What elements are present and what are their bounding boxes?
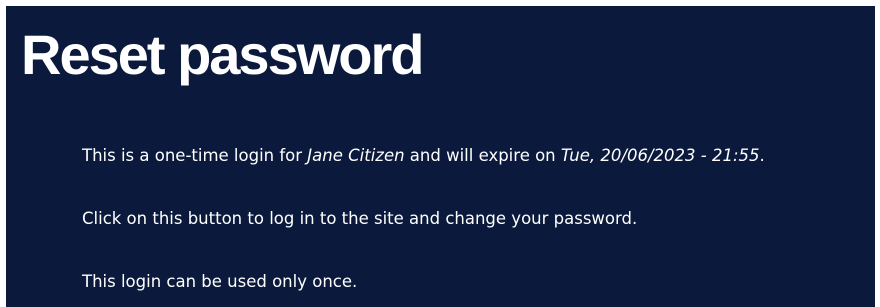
notice-suffix: . [759, 146, 765, 165]
reset-password-panel: Reset password This is a one-time login … [6, 6, 875, 307]
user-name: Jane Citizen [307, 146, 405, 165]
expiry-datetime: Tue, 20/06/2023 - 21:55 [560, 146, 760, 165]
single-use-notice: This login can be used only once. [82, 272, 358, 291]
login-instruction: Click on this button to log in to the si… [82, 209, 638, 228]
notice-prefix: This is a one-time login for [82, 146, 308, 165]
notice-middle: and will expire on [404, 146, 561, 165]
page-title: Reset password [21, 23, 424, 86]
one-time-login-notice: This is a one-time login for Jane Citize… [82, 146, 765, 166]
